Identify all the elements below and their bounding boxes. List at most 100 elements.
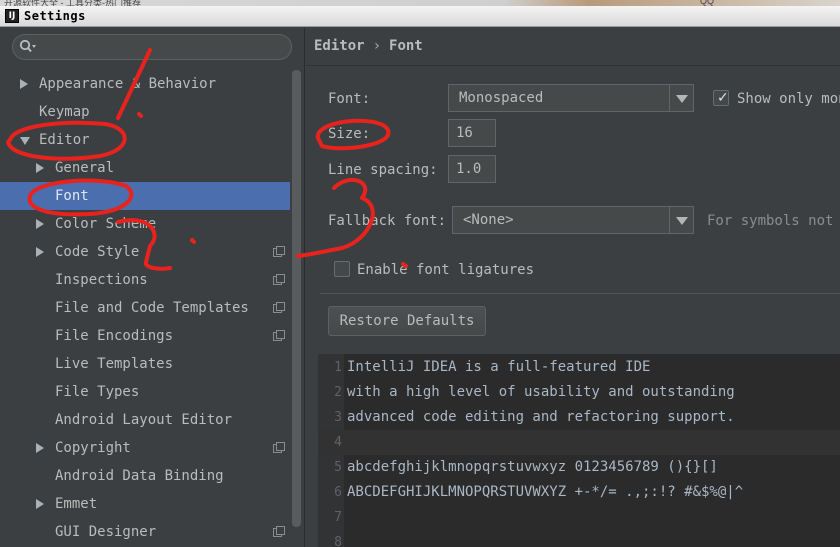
show-only-monospaced-checkbox[interactable]: ✓ [713, 90, 729, 106]
tree-item-keymap[interactable]: Keymap [0, 98, 290, 126]
preview-text: abcdefghijklmnopqrstuvwxyz 0123456789 ()… [347, 459, 718, 475]
window-titlebar[interactable]: IJ Settings [0, 6, 840, 27]
preview-text: IntelliJ IDEA is a full-featured IDE [347, 359, 651, 375]
preview-line: 5 abcdefghijklmnopqrstuvwxyz 0123456789 (… [318, 455, 840, 480]
settings-tree-panel: Appearance & Behavior Keymap Editor General… [0, 28, 305, 547]
collapsed-arrow-icon[interactable] [36, 163, 44, 173]
collapsed-arrow-icon[interactable] [36, 499, 44, 509]
intellij-app-icon: IJ [5, 9, 19, 23]
line-number: 2 [334, 385, 342, 400]
tree-item-label: Emmet [55, 496, 98, 512]
font-size-field[interactable]: 16 [448, 119, 496, 147]
tree-item-code-style[interactable]: Code Style [0, 238, 290, 266]
preview-text: ABCDEFGHIJKLMNOPQRSTUVWXYZ +-*/= .,;:!? … [347, 484, 744, 500]
tree-item-editor[interactable]: Editor [0, 126, 290, 154]
line-spacing-field[interactable]: 1.0 [448, 155, 496, 183]
project-scope-icon [273, 330, 285, 341]
fallback-font-dropdown-arrow[interactable] [669, 207, 693, 233]
chevron-down-icon [676, 95, 688, 103]
restore-defaults-button[interactable]: Restore Defaults [328, 306, 486, 336]
size-label: Size: [328, 126, 371, 142]
tree-item-file-types[interactable]: File Types [0, 378, 290, 406]
search-icon[interactable] [19, 39, 37, 55]
breadcrumb-parent: Editor [314, 38, 365, 54]
project-scope-icon [273, 302, 285, 313]
tree-item-copyright[interactable]: Copyright [0, 434, 290, 462]
header-divider [306, 65, 840, 66]
tree-item-label: Editor [39, 132, 90, 148]
tree-item-label: File and Code Templates [55, 300, 249, 316]
preview-line: 7 [318, 505, 840, 530]
line-number: 8 [334, 535, 342, 547]
tree-item-gui-designer[interactable]: GUI Designer [0, 518, 290, 546]
collapsed-arrow-icon[interactable] [36, 443, 44, 453]
tree-item-android-data-binding[interactable]: Android Data Binding [0, 462, 290, 490]
tree-item-font[interactable]: Font [0, 182, 290, 210]
font-label: Font: [328, 91, 371, 107]
tree-item-label: File Types [55, 384, 140, 400]
breadcrumb-current: Font [389, 38, 423, 54]
collapsed-arrow-icon[interactable] [36, 247, 44, 257]
line-number: 6 [334, 485, 342, 500]
fallback-font-combobox[interactable]: <None> [452, 206, 694, 234]
tree-item-file-and-code-templates[interactable]: File and Code Templates [0, 294, 290, 322]
project-scope-icon [273, 274, 285, 285]
line-number: 1 [334, 360, 342, 375]
enable-ligatures-label: Enable font ligatures [357, 262, 535, 278]
tree-item-inspections[interactable]: Inspections [0, 266, 290, 294]
settings-search-box[interactable] [12, 34, 292, 60]
font-preview-editor[interactable]: 1 IntelliJ IDEA is a full-featured IDE 2 wi… [318, 354, 840, 547]
line-number: 5 [334, 460, 342, 475]
preview-line: 1 IntelliJ IDEA is a full-featured IDE [318, 355, 840, 380]
project-scope-icon [273, 526, 285, 537]
tree-item-live-templates[interactable]: Live Templates [0, 350, 290, 378]
section-divider [320, 293, 840, 294]
preview-text: with a high level of usability and outst… [347, 384, 735, 400]
tree-item-general[interactable]: General [0, 154, 290, 182]
tree-item-appearance-behavior[interactable]: Appearance & Behavior [0, 70, 290, 98]
preview-line: 6 ABCDEFGHIJKLMNOPQRSTUVWXYZ +-*/= .,;:!?… [318, 480, 840, 505]
preview-text: advanced code editing and refactoring su… [347, 409, 735, 425]
enable-ligatures-checkbox[interactable] [334, 261, 350, 277]
window-title: Settings [24, 9, 86, 23]
tree-item-label: GUI Designer [55, 524, 157, 540]
tree-item-label: Android Layout Editor [55, 412, 233, 428]
tree-item-label: File Encodings [55, 328, 174, 344]
line-number: 4 [334, 435, 342, 450]
tree-item-label: Android Data Binding [55, 468, 224, 484]
tree-item-label: Inspections [55, 272, 148, 288]
show-only-monospaced-label: Show only mono [737, 91, 840, 107]
fallback-font-label: Fallback font: [328, 213, 447, 229]
collapsed-arrow-icon[interactable] [20, 79, 28, 89]
tree-item-emmet[interactable]: Emmet [0, 490, 290, 518]
tree-item-label: Copyright [55, 440, 131, 456]
font-family-combobox[interactable]: Monospaced [448, 84, 694, 112]
project-scope-icon [273, 442, 285, 453]
tree-item-label: Appearance & Behavior [39, 76, 217, 92]
line-number: 3 [334, 410, 342, 425]
expanded-arrow-icon[interactable] [20, 137, 30, 145]
line-spacing-label: Line spacing: [328, 162, 438, 178]
project-scope-icon [273, 246, 285, 257]
breadcrumb-separator: › [372, 38, 382, 54]
fallback-font-hint: For symbols not s [707, 213, 840, 229]
tree-item-label: Code Style [55, 244, 140, 260]
breadcrumb: Editor › Font [314, 38, 423, 54]
tree-item-color-scheme[interactable]: Color Scheme [0, 210, 290, 238]
tree-scrollbar-thumb[interactable] [292, 70, 301, 527]
font-settings-page: Editor › Font Font: Monospaced ✓ Show only… [306, 28, 840, 547]
checkmark-icon: ✓ [717, 90, 729, 106]
fallback-font-value: <None> [463, 212, 514, 228]
collapsed-arrow-icon[interactable] [36, 219, 44, 229]
tree-item-label: General [55, 160, 115, 176]
chevron-down-icon [676, 217, 688, 225]
tree-item-android-layout-editor[interactable]: Android Layout Editor [0, 406, 290, 434]
tree-item-file-encodings[interactable]: File Encodings [0, 322, 290, 350]
settings-search-input[interactable] [43, 38, 283, 56]
font-family-dropdown-arrow[interactable] [669, 85, 693, 111]
tree-item-label: Live Templates [55, 356, 174, 372]
font-family-value: Monospaced [459, 90, 544, 106]
line-number: 7 [334, 510, 342, 525]
preview-line: 2 with a high level of usability and outs… [318, 380, 840, 405]
preview-line: 4 [318, 430, 840, 455]
